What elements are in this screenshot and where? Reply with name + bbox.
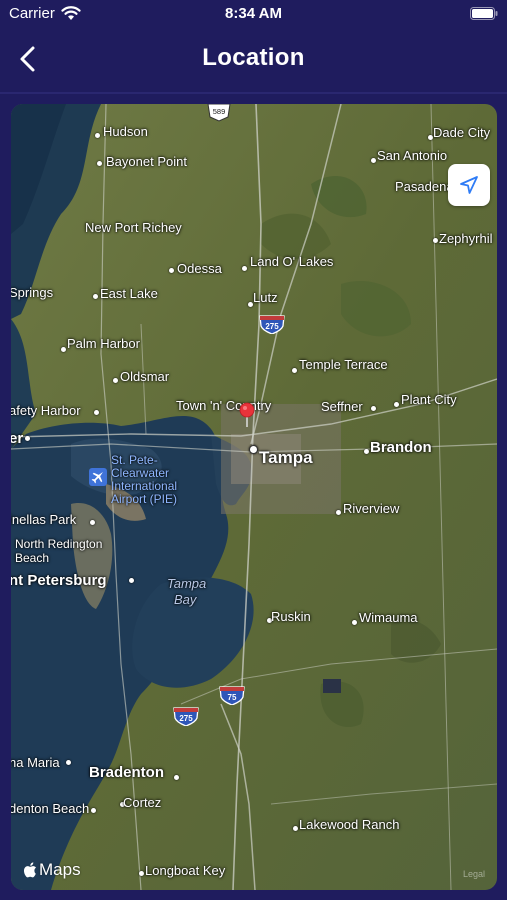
place-dot: [364, 449, 369, 454]
place-dot: [94, 410, 99, 415]
location-arrow-icon: [460, 176, 478, 194]
place-er: er: [11, 430, 24, 447]
airport-label-line: Airport (PIE): [111, 492, 178, 506]
place-north-redington-beach-line-2: Beach: [15, 551, 50, 565]
place-longboat-key: Longboat Key: [145, 863, 226, 878]
place-lutz: Lutz: [253, 290, 278, 305]
place-riverview: Riverview: [343, 501, 400, 516]
interstate-shield-275: 275: [259, 315, 285, 334]
place-wimauma: Wimauma: [359, 610, 418, 625]
place-bayonet-point: Bayonet Point: [106, 154, 187, 169]
place-dot: [174, 775, 179, 780]
place-dot: [129, 578, 134, 583]
place-st-petersburg: nt Petersburg: [11, 572, 107, 589]
place-brandon: Brandon: [370, 439, 432, 456]
place-dot: [293, 826, 298, 831]
place-palm-harbor: Palm Harbor: [67, 336, 140, 351]
place-dot: [61, 347, 66, 352]
place-zephyrhills: Zephyrhil: [439, 231, 493, 246]
place-dot: [371, 406, 376, 411]
place-dot: [66, 760, 71, 765]
place-dot: [336, 510, 341, 515]
place-dot: [95, 133, 100, 138]
place-dot: [249, 445, 258, 454]
page-title: Location: [202, 44, 305, 71]
place-new-port-richey: New Port Richey: [85, 220, 182, 235]
place-seffner: Seffner: [321, 399, 363, 414]
place-oldsmar: Oldsmar: [120, 369, 170, 384]
place-dot: [113, 378, 118, 383]
water-tampa-bay-line-2: Bay: [174, 592, 197, 607]
highway-number: 275: [179, 714, 193, 723]
place-ruskin: Ruskin: [271, 609, 311, 624]
navigation-bar: Location: [0, 34, 507, 86]
water-tampa-bay: Tampa: [167, 576, 207, 591]
place-dot: [371, 158, 376, 163]
place-temple-terrace: Temple Terrace: [299, 357, 388, 372]
highway-number: 275: [265, 322, 279, 331]
place-dade-city: Dade City: [433, 125, 491, 140]
place-plant-city: Plant City: [401, 392, 457, 407]
place-odessa: Odessa: [177, 261, 222, 276]
place-anna-maria: na Maria: [11, 755, 60, 770]
map-imagery: [11, 104, 497, 890]
place-town-n-country: Town 'n' Country: [176, 398, 272, 413]
place-dot: [433, 238, 438, 243]
place-bradenton: Bradenton: [89, 764, 164, 781]
place-tampa: Tampa: [259, 448, 313, 467]
place-pinellas-park: inellas Park: [11, 512, 77, 527]
airport-label-line: St. Pete-: [111, 453, 158, 467]
place-dot: [93, 294, 98, 299]
apple-maps-attribution[interactable]: Maps: [23, 860, 81, 880]
place-safety-harbor: afety Harbor: [11, 403, 81, 418]
highway-number: 75: [228, 693, 237, 702]
airport-icon: [89, 468, 107, 486]
highway-shield-589: 589: [207, 104, 231, 122]
satellite-map[interactable]: 589 275 275 75 Hudson Bayonet Point New …: [11, 104, 497, 890]
place-dot: [292, 368, 297, 373]
legal-link[interactable]: Legal: [463, 869, 485, 879]
place-dot: [242, 266, 247, 271]
place-san-antonio: San Antonio: [377, 148, 448, 163]
place-east-lake: East Lake: [100, 286, 158, 301]
place-dot: [91, 808, 96, 813]
place-dot: [97, 161, 102, 166]
place-pasadena: Pasadena: [395, 179, 454, 194]
airport-label-line: International: [111, 479, 178, 493]
place-cortez: Cortez: [123, 795, 162, 810]
place-bradenton-beach: denton Beach: [11, 801, 90, 816]
place-north-redington-beach: North Redington: [15, 537, 103, 551]
apple-logo-icon: [23, 862, 36, 878]
place-hudson: Hudson: [103, 124, 148, 139]
interstate-shield-75: 75: [219, 686, 245, 705]
highway-number: 589: [213, 107, 226, 116]
place-dot: [25, 436, 30, 441]
nav-divider: [0, 92, 507, 94]
place-dot: [394, 402, 399, 407]
map-pin-icon[interactable]: [239, 402, 255, 428]
place-dot: [90, 520, 95, 525]
clock: 8:34 AM: [225, 5, 282, 22]
current-location-button[interactable]: [448, 164, 490, 206]
place-dot: [139, 871, 144, 876]
battery-icon: [470, 7, 498, 20]
status-bar: Carrier 8:34 AM: [0, 0, 507, 30]
place-land-o-lakes: Land O' Lakes: [250, 254, 334, 269]
place-lakewood-ranch: Lakewood Ranch: [299, 817, 400, 832]
place-springs: Springs: [11, 285, 54, 300]
place-dot: [352, 620, 357, 625]
airport-label-line: Clearwater: [111, 466, 170, 480]
place-dot: [169, 268, 174, 273]
interstate-shield-275: 275: [173, 707, 199, 726]
maps-attribution-label: Maps: [39, 860, 81, 879]
